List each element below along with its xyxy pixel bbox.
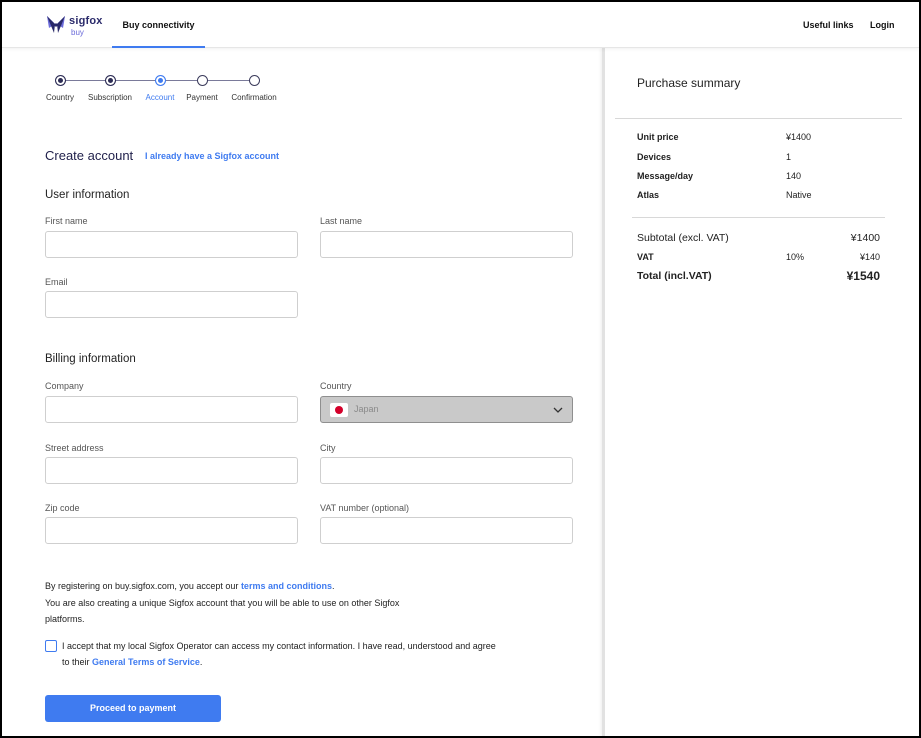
brand-name: sigfox [69, 15, 103, 27]
first-name-input[interactable] [45, 231, 298, 258]
useful-links-link[interactable]: Useful links [803, 2, 854, 48]
devices-value: 1 [786, 152, 792, 162]
registration-notice: By registering on buy.sigfox.com, you ac… [45, 578, 475, 628]
vat-number-label: VAT number (optional) [320, 503, 410, 513]
accept-terms-line2-suffix: . [199, 657, 203, 667]
total-label: Total (incl.VAT) [637, 270, 712, 282]
subtotal-label: Subtotal (excl. VAT) [637, 232, 729, 244]
step-dot-confirmation [249, 75, 260, 86]
progress-stepper: Country Subscription Account Payment Con… [2, 70, 602, 110]
sigfox-butterfly-icon [47, 16, 65, 33]
create-account-heading: Create account [45, 148, 134, 163]
country-label: Country [320, 381, 352, 391]
city-input[interactable] [320, 457, 573, 484]
devices-label: Devices [637, 152, 672, 162]
email-input[interactable] [45, 291, 298, 318]
zip-code-input[interactable] [45, 517, 298, 544]
step-connector [207, 80, 250, 81]
existing-account-link[interactable]: I already have a Sigfox account [145, 151, 279, 161]
email-label: Email [45, 277, 68, 287]
brand-subtitle: buy [71, 28, 84, 37]
step-label-subscription: Subscription [87, 93, 133, 102]
sigfox-buy-logo[interactable]: sigfox buy [46, 14, 106, 40]
last-name-label: Last name [320, 216, 363, 226]
billing-information-heading: Billing information [45, 353, 136, 365]
messages-per-day-value: 140 [786, 171, 802, 181]
subtotal-value: ¥1400 [850, 232, 880, 244]
registration-notice-line2: You are also creating a unique Sigfox ac… [45, 597, 400, 608]
step-connector [165, 80, 198, 81]
step-dot-account [155, 75, 166, 86]
country-select-value: Japan [354, 404, 379, 414]
registration-notice-line3: platforms. [45, 614, 85, 624]
japan-flag-icon [330, 403, 348, 417]
vat-number-input[interactable] [320, 517, 573, 544]
accept-terms-line1: I accept that my local Sigfox Operator c… [62, 641, 496, 651]
street-address-label: Street address [45, 443, 104, 453]
registration-notice-prefix: By registering on buy.sigfox.com, you ac… [45, 581, 241, 591]
step-label-account: Account [145, 93, 175, 102]
step-dot-payment [197, 75, 208, 86]
step-dot-country[interactable] [55, 75, 66, 86]
summary-divider [632, 217, 885, 218]
purchase-summary-title: Purchase summary [637, 76, 741, 90]
account-form-panel: Country Subscription Account Payment Con… [2, 48, 602, 736]
first-name-label: First name [45, 216, 88, 226]
street-address-input[interactable] [45, 457, 298, 484]
zip-code-label: Zip code [45, 503, 80, 513]
vat-label: VAT [637, 252, 654, 262]
total-value: ¥1540 [846, 269, 880, 283]
accept-terms-text: I accept that my local Sigfox Operator c… [62, 638, 582, 670]
atlas-value: Native [786, 190, 812, 200]
unit-price-label: Unit price [637, 132, 679, 142]
tab-buy-connectivity[interactable]: Buy connectivity [112, 2, 205, 48]
step-label-country: Country [45, 93, 75, 102]
company-input[interactable] [45, 396, 298, 423]
country-select[interactable]: Japan [320, 396, 573, 423]
chevron-down-icon [553, 407, 563, 413]
login-link[interactable]: Login [870, 2, 895, 48]
step-label-confirmation: Confirmation [231, 93, 277, 102]
purchase-summary-panel: Purchase summary Unit price ¥1400 Device… [605, 48, 919, 736]
proceed-to-payment-button[interactable]: Proceed to payment [45, 695, 221, 722]
messages-per-day-label: Message/day [637, 171, 694, 181]
step-connector [65, 80, 106, 81]
registration-notice-suffix: . [331, 581, 335, 591]
step-dot-subscription[interactable] [105, 75, 116, 86]
company-label: Company [45, 381, 84, 391]
summary-divider [615, 118, 902, 119]
accept-terms-line2-prefix: to their [62, 657, 93, 667]
last-name-input[interactable] [320, 231, 573, 258]
user-information-heading: User information [45, 189, 130, 201]
city-label: City [320, 443, 336, 453]
top-navigation-bar: sigfox buy Buy connectivity Useful links… [2, 2, 919, 48]
accept-terms-checkbox[interactable] [45, 640, 57, 652]
terms-and-conditions-link[interactable]: terms and conditions [241, 581, 332, 591]
vat-value: ¥140 [859, 252, 880, 262]
unit-price-value: ¥1400 [786, 132, 812, 142]
step-connector [115, 80, 156, 81]
general-terms-link[interactable]: General Terms of Service [92, 657, 200, 667]
step-label-payment: Payment [186, 93, 218, 102]
atlas-label: Atlas [637, 190, 660, 200]
